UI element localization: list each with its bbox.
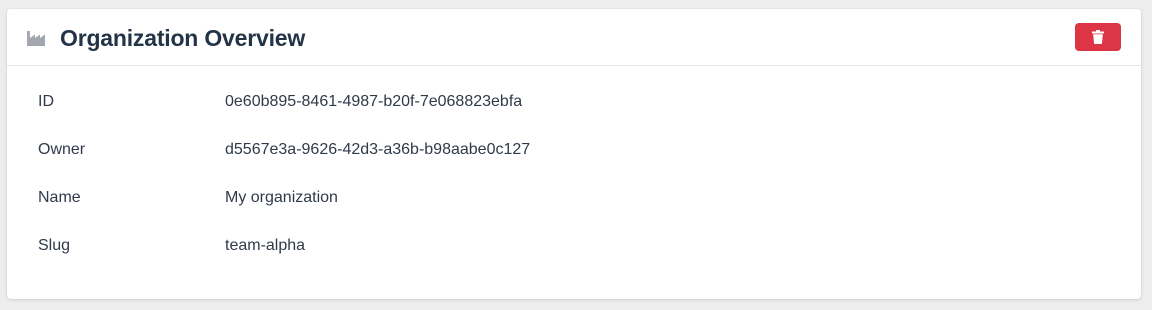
field-row-owner: Owner d5567e3a-9626-42d3-a36b-b98aabe0c1…: [7, 140, 1141, 188]
page-title: Organization Overview: [60, 25, 306, 51]
card-header: Organization Overview: [7, 9, 1141, 66]
field-row-slug: Slug team-alpha: [7, 236, 1141, 284]
field-value: team-alpha: [225, 237, 306, 254]
field-label: Owner: [38, 141, 86, 158]
factory-icon: [27, 31, 45, 46]
field-value: d5567e3a-9626-42d3-a36b-b98aabe0c127: [225, 141, 531, 158]
field-row-id: ID 0e60b895-8461-4987-b20f-7e068823ebfa: [7, 92, 1141, 140]
field-row-name: Name My organization: [7, 188, 1141, 236]
field-label: Slug: [38, 237, 71, 254]
trash-icon: [1092, 30, 1104, 44]
delete-button[interactable]: [1075, 23, 1121, 51]
field-label: ID: [38, 93, 54, 110]
card-body: ID 0e60b895-8461-4987-b20f-7e068823ebfa …: [7, 66, 1141, 284]
organization-overview-card: Organization Overview ID 0e60b895-8461-4…: [7, 9, 1141, 299]
field-label: Name: [38, 189, 81, 206]
field-value: My organization: [225, 189, 338, 206]
field-value: 0e60b895-8461-4987-b20f-7e068823ebfa: [225, 93, 523, 110]
